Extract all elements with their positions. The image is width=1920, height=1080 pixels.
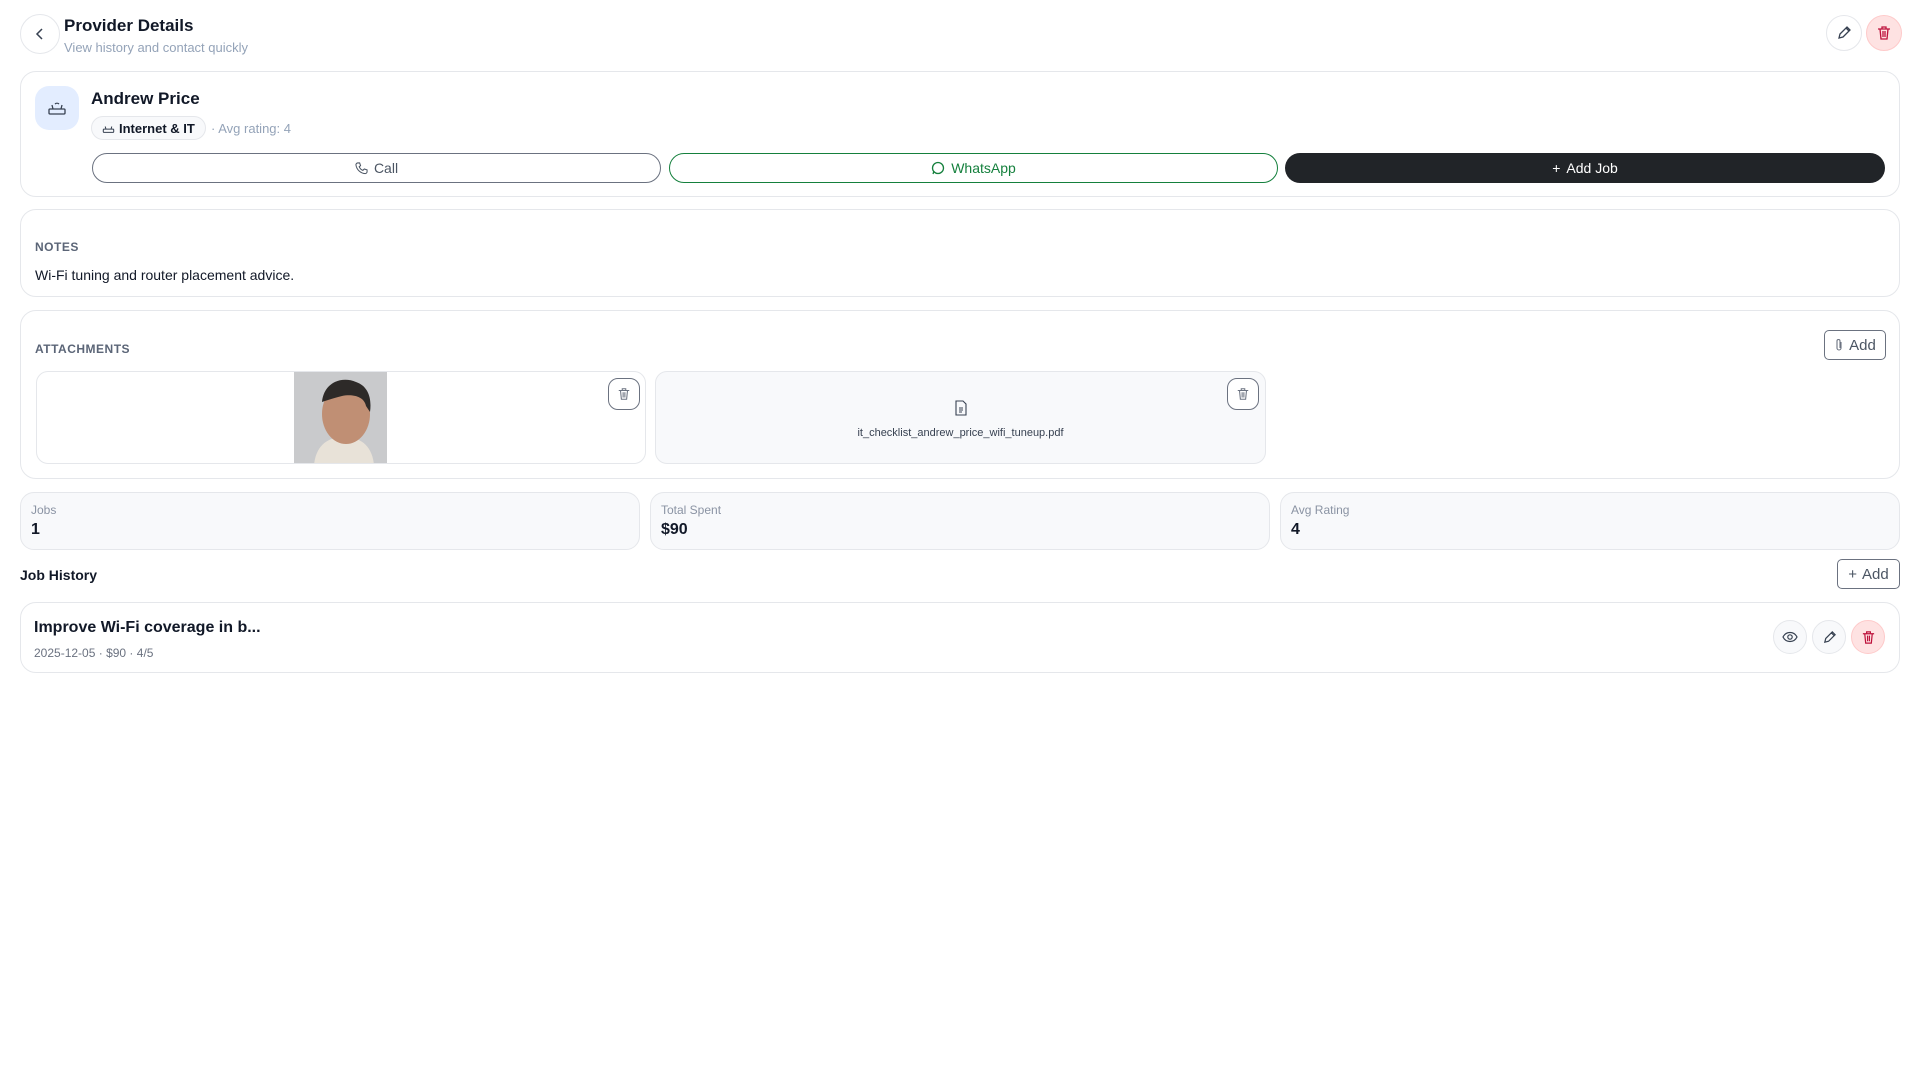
phone-icon bbox=[355, 162, 368, 175]
add-attachment-button[interactable]: Add bbox=[1824, 330, 1886, 360]
trash-icon bbox=[1876, 25, 1892, 41]
notes-label: NOTES bbox=[35, 240, 79, 254]
plus-icon: + bbox=[1552, 160, 1560, 176]
add-job-label: Add Job bbox=[1566, 160, 1617, 176]
delete-job-button[interactable] bbox=[1851, 620, 1885, 654]
category-badge: Internet & IT bbox=[91, 116, 206, 140]
router-icon bbox=[47, 98, 67, 118]
pencil-icon bbox=[1836, 25, 1852, 41]
delete-provider-button[interactable] bbox=[1866, 15, 1902, 51]
edit-provider-button[interactable] bbox=[1826, 15, 1862, 51]
call-button[interactable]: Call bbox=[92, 153, 661, 183]
whatsapp-icon bbox=[931, 161, 945, 175]
page-title: Provider Details bbox=[64, 16, 193, 36]
trash-icon bbox=[1861, 630, 1876, 645]
category-label: Internet & IT bbox=[119, 121, 195, 136]
job-meta: 2025-12-05 · $90 · 4/5 bbox=[34, 646, 153, 660]
stat-value: 1 bbox=[31, 521, 629, 539]
job-row[interactable]: Improve Wi-Fi coverage in b... 2025-12-0… bbox=[20, 602, 1900, 673]
file-icon bbox=[656, 400, 1265, 416]
job-history-title: Job History bbox=[20, 567, 97, 583]
paperclip-icon bbox=[1834, 338, 1844, 352]
edit-job-button[interactable] bbox=[1812, 620, 1846, 654]
stat-total-spent: Total Spent $90 bbox=[650, 492, 1270, 550]
delete-attachment-button[interactable] bbox=[608, 378, 640, 410]
add-attachment-label: Add bbox=[1849, 337, 1876, 354]
attachment-image-tile[interactable] bbox=[36, 371, 646, 464]
job-date: 2025-12-05 bbox=[34, 646, 95, 660]
notes-text: Wi-Fi tuning and router placement advice… bbox=[35, 267, 294, 283]
notes-card: NOTES Wi-Fi tuning and router placement … bbox=[20, 209, 1900, 297]
stat-label: Total Spent bbox=[661, 503, 1259, 517]
provider-name: Andrew Price bbox=[91, 89, 200, 109]
provider-card: Andrew Price Internet & IT · Avg rating:… bbox=[20, 71, 1900, 197]
attachment-pdf-tile[interactable]: it_checklist_andrew_price_wifi_tuneup.pd… bbox=[655, 371, 1266, 464]
stat-value: $90 bbox=[661, 521, 1259, 539]
stat-value: 4 bbox=[1291, 521, 1889, 539]
attachment-photo bbox=[294, 372, 387, 464]
stat-jobs: Jobs 1 bbox=[20, 492, 640, 550]
job-rating: 4/5 bbox=[137, 646, 154, 660]
stat-label: Avg Rating bbox=[1291, 503, 1889, 517]
eye-icon bbox=[1782, 631, 1798, 643]
whatsapp-button[interactable]: WhatsApp bbox=[669, 153, 1278, 183]
whatsapp-label: WhatsApp bbox=[951, 160, 1016, 176]
add-job-button[interactable]: + Add Job bbox=[1285, 153, 1885, 183]
chevron-left-icon bbox=[33, 27, 47, 41]
avg-rating-text: · Avg rating: 4 bbox=[211, 121, 291, 136]
stat-avg-rating: Avg Rating 4 bbox=[1280, 492, 1900, 550]
attachments-label: ATTACHMENTS bbox=[35, 342, 130, 356]
delete-attachment-button[interactable] bbox=[1227, 378, 1259, 410]
router-icon bbox=[102, 122, 115, 135]
attachment-filename: it_checklist_andrew_price_wifi_tuneup.pd… bbox=[656, 427, 1265, 439]
call-label: Call bbox=[374, 160, 398, 176]
trash-icon bbox=[617, 387, 631, 401]
page-subtitle: View history and contact quickly bbox=[64, 40, 248, 55]
job-cost: $90 bbox=[106, 646, 126, 660]
trash-icon bbox=[1236, 387, 1250, 401]
pencil-icon bbox=[1822, 630, 1837, 645]
add-job-history-label: Add bbox=[1862, 566, 1889, 583]
view-job-button[interactable] bbox=[1773, 620, 1807, 654]
job-title: Improve Wi-Fi coverage in b... bbox=[34, 619, 261, 637]
back-button[interactable] bbox=[20, 14, 60, 54]
avg-rating-value: Avg rating: 4 bbox=[218, 121, 291, 136]
stat-label: Jobs bbox=[31, 503, 629, 517]
provider-avatar bbox=[35, 86, 79, 130]
plus-icon: + bbox=[1848, 566, 1857, 583]
add-job-history-button[interactable]: + Add bbox=[1837, 559, 1900, 589]
